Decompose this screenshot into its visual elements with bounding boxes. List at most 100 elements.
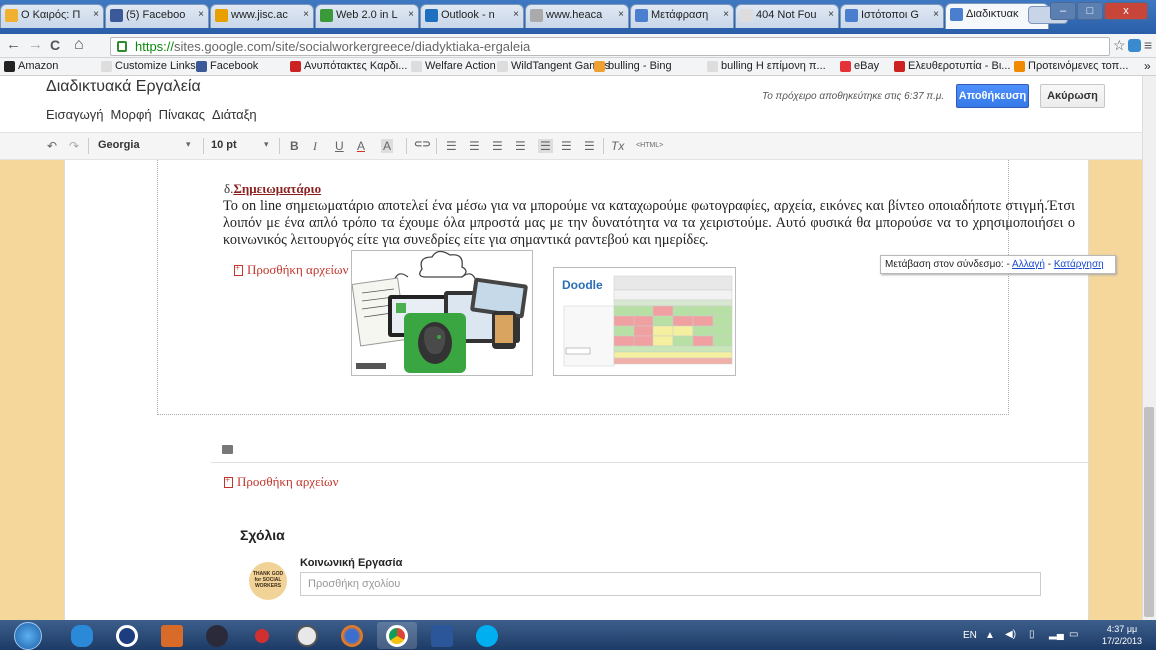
maximize-button[interactable]: □ bbox=[1077, 2, 1103, 20]
tab-close-icon[interactable]: × bbox=[933, 9, 939, 20]
browser-tab[interactable]: Web 2.0 in L × bbox=[315, 4, 419, 28]
italic-button[interactable]: I bbox=[313, 139, 317, 154]
bookmark-item[interactable]: bulling - Bing bbox=[594, 60, 672, 72]
tooltip-label: Μετάβαση στον σύνδεσμο: bbox=[885, 259, 1004, 270]
bookmarks-overflow-icon[interactable]: » bbox=[1144, 59, 1151, 73]
numbered-list-icon[interactable]: ☰ bbox=[446, 139, 457, 153]
add-files-link[interactable]: Προσθήκη αρχείων bbox=[234, 262, 348, 278]
bookmark-item[interactable]: Welfare Action bbox=[411, 60, 496, 72]
taskbar-word[interactable] bbox=[422, 622, 462, 649]
taskbar-clock[interactable] bbox=[287, 622, 327, 649]
taskbar-firefox[interactable] bbox=[332, 622, 372, 649]
add-file-icon bbox=[224, 475, 233, 488]
text-color-button[interactable]: A bbox=[357, 139, 365, 153]
taskbar-pin[interactable] bbox=[242, 622, 282, 649]
minimize-button[interactable]: – bbox=[1050, 2, 1076, 20]
taskbar-media[interactable] bbox=[152, 622, 192, 649]
bookmark-item[interactable]: Ελευθεροτυπία - Βι... bbox=[894, 60, 1010, 72]
browser-tab[interactable]: www.jisc.ac × bbox=[210, 4, 314, 28]
heading-link[interactable]: Σημειωματάριο bbox=[233, 181, 321, 196]
link-icon[interactable]: ⊂⊃ bbox=[414, 139, 431, 150]
align-center-icon[interactable]: ☰ bbox=[561, 139, 572, 153]
tab-label: Διαδικτυακ bbox=[966, 8, 1019, 20]
taskbar-ie[interactable] bbox=[62, 622, 102, 649]
comment-input[interactable]: Προσθήκη σχολίου bbox=[300, 572, 1041, 596]
browser-tab[interactable]: www.heaca × bbox=[525, 4, 629, 28]
add-files-link-bottom[interactable]: Προσθήκη αρχείων bbox=[224, 474, 338, 490]
browser-tab[interactable]: Μετάφραση × bbox=[630, 4, 734, 28]
device-icon[interactable]: ▯ bbox=[1029, 629, 1035, 640]
bookmark-item[interactable]: Customize Links bbox=[101, 60, 196, 72]
home-icon[interactable]: ⌂ bbox=[74, 37, 84, 53]
redo-icon[interactable]: ↷ bbox=[69, 139, 79, 153]
font-dropdown-icon[interactable]: ▾ bbox=[186, 139, 191, 150]
menu-format[interactable]: Μορφή bbox=[110, 107, 151, 122]
language-indicator[interactable]: EN bbox=[963, 630, 977, 641]
browser-tab[interactable]: (5) Faceboo × bbox=[105, 4, 209, 28]
taskbar-chrome[interactable] bbox=[377, 622, 417, 649]
folder-icon[interactable] bbox=[222, 445, 233, 454]
start-button[interactable] bbox=[2, 621, 54, 650]
indent-icon[interactable]: ☰ bbox=[515, 139, 526, 153]
html-button[interactable]: <HTML> bbox=[636, 142, 663, 149]
browser-tab[interactable]: 404 Not Fou × bbox=[735, 4, 839, 28]
size-dropdown-icon[interactable]: ▾ bbox=[264, 139, 269, 150]
favicon-icon bbox=[215, 9, 228, 22]
tab-close-icon[interactable]: × bbox=[513, 9, 519, 20]
menu-icon[interactable]: ≡ bbox=[1144, 37, 1152, 53]
size-select[interactable]: 10 pt bbox=[211, 139, 237, 151]
star-icon[interactable]: ☆ bbox=[1113, 37, 1126, 53]
bulleted-list-icon[interactable]: ☰ bbox=[469, 139, 480, 153]
align-left-icon[interactable]: ☰ bbox=[538, 139, 553, 153]
taskbar-app4[interactable] bbox=[197, 622, 237, 649]
evernote-image[interactable] bbox=[351, 250, 533, 376]
reload-icon[interactable]: C bbox=[50, 37, 60, 53]
menu-table[interactable]: Πίνακας bbox=[159, 107, 205, 122]
tab-close-icon[interactable]: × bbox=[408, 9, 414, 20]
scrollbar-thumb[interactable] bbox=[1144, 407, 1154, 617]
undo-icon[interactable]: ↶ bbox=[47, 139, 57, 153]
close-window-button[interactable]: x bbox=[1104, 2, 1148, 20]
bookmark-item[interactable]: Facebook bbox=[196, 60, 258, 72]
network-icon[interactable]: ▂▄ bbox=[1049, 629, 1064, 640]
menu-insert[interactable]: Εισαγωγή bbox=[46, 107, 103, 122]
browser-tab[interactable]: Ο Καιρός: Π × bbox=[0, 4, 104, 28]
cancel-button[interactable]: Ακύρωση bbox=[1040, 84, 1105, 108]
volume-icon[interactable]: ◀) bbox=[1005, 629, 1016, 640]
skype-extension-icon[interactable] bbox=[1128, 39, 1141, 52]
clear-formatting-icon[interactable]: Tx bbox=[611, 139, 624, 153]
forward-icon[interactable]: → bbox=[28, 37, 43, 53]
tab-close-icon[interactable]: × bbox=[303, 9, 309, 20]
display-icon[interactable]: ▭ bbox=[1069, 629, 1078, 640]
align-right-icon[interactable]: ☰ bbox=[584, 139, 595, 153]
doodle-image[interactable]: Doodle bbox=[553, 267, 736, 376]
taskbar-skype[interactable] bbox=[467, 622, 507, 649]
tab-close-icon[interactable]: × bbox=[198, 9, 204, 20]
tab-close-icon[interactable]: × bbox=[828, 9, 834, 20]
bookmark-item[interactable]: Amazon bbox=[4, 60, 58, 72]
tray-expand-icon[interactable]: ▲ bbox=[985, 630, 995, 641]
remove-link[interactable]: Κατάργηση bbox=[1054, 259, 1104, 270]
outdent-icon[interactable]: ☰ bbox=[492, 139, 503, 153]
address-bar[interactable]: https://sites.google.com/site/socialwork… bbox=[110, 37, 1110, 56]
bold-button[interactable]: B bbox=[290, 139, 299, 153]
taskbar-clock-display[interactable]: 4:37 μμ 17/2/2013 bbox=[1092, 620, 1152, 650]
back-icon[interactable]: ← bbox=[6, 37, 21, 53]
browser-tab[interactable]: Ιστότοποι G × bbox=[840, 4, 944, 28]
tab-close-icon[interactable]: × bbox=[618, 9, 624, 20]
bookmark-item[interactable]: Προτεινόμενες τοπ... bbox=[1014, 60, 1128, 72]
bookmark-item[interactable]: eBay bbox=[840, 60, 879, 72]
change-link[interactable]: Αλλαγή bbox=[1012, 259, 1045, 270]
tab-close-icon[interactable]: × bbox=[723, 9, 729, 20]
bookmark-item[interactable]: Ανυπότακτες Καρδι... bbox=[290, 60, 407, 72]
bookmark-item[interactable]: bulling Η επίμονη π... bbox=[707, 60, 826, 72]
underline-button[interactable]: U bbox=[335, 139, 344, 153]
menu-layout[interactable]: Διάταξη bbox=[212, 107, 257, 122]
save-button[interactable]: Αποθήκευση bbox=[956, 84, 1029, 108]
highlight-button[interactable]: A bbox=[381, 139, 394, 153]
tab-close-icon[interactable]: × bbox=[93, 9, 99, 20]
taskbar-security[interactable] bbox=[107, 622, 147, 649]
browser-tab[interactable]: Outlook - n × bbox=[420, 4, 524, 28]
font-select[interactable]: Georgia bbox=[98, 139, 140, 151]
body-paragraph[interactable]: Το on line σημειωματάριο αποτελεί ένα μέ… bbox=[223, 198, 1075, 249]
